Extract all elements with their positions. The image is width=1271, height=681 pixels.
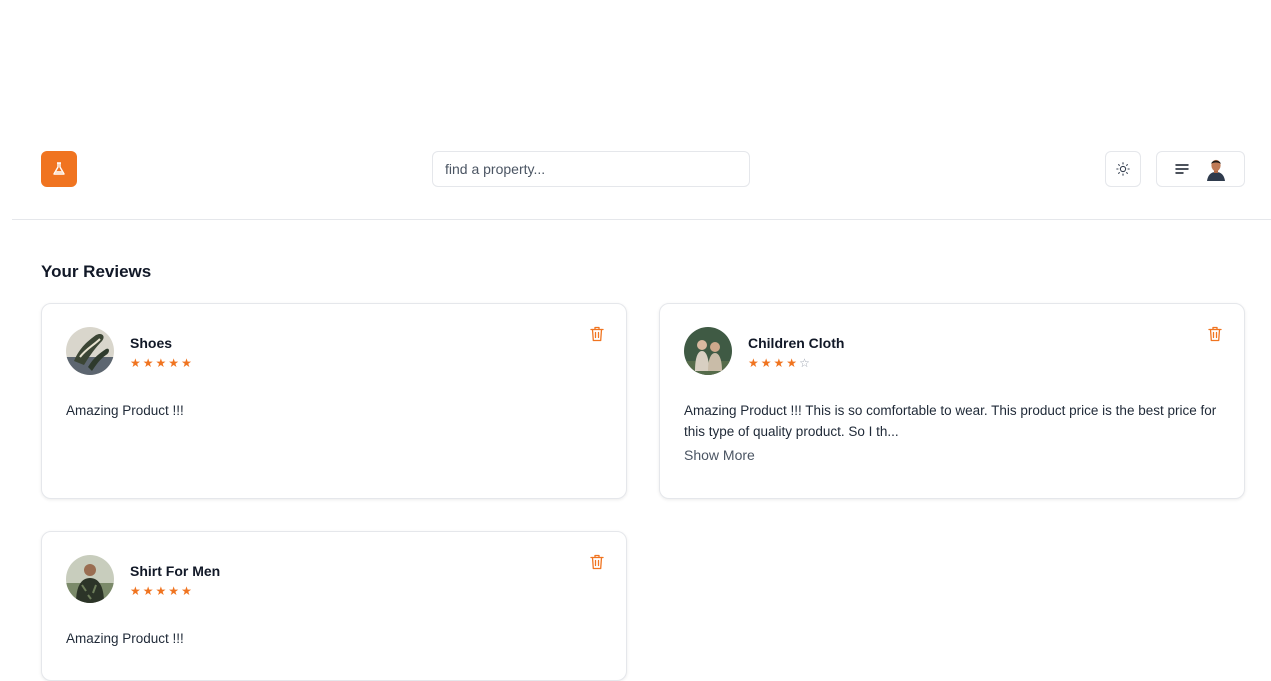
review-card: Shoes ★ ★ ★ ★ ★ Amazing Product !!! [41,303,627,499]
review-card: Shirt For Men ★ ★ ★ ★ ★ Amazing Product … [41,531,627,681]
search-input[interactable] [432,151,750,187]
rating-stars: ★ ★ ★ ★ ☆ [748,356,810,370]
delete-review-button[interactable] [590,326,604,347]
review-text: Amazing Product !!! [66,403,184,418]
review-text: Amazing Product !!! [66,631,184,646]
star-filled-icon: ★ [142,584,154,598]
review-card: Children Cloth ★ ★ ★ ★ ☆ Amazing Product… [659,303,1245,499]
user-menu-button[interactable] [1156,151,1245,187]
star-filled-icon: ★ [168,584,180,598]
star-filled-icon: ★ [181,584,192,598]
review-text: Amazing Product !!! This is so comfortab… [684,403,1217,439]
product-name: Shoes [130,335,173,351]
star-filled-icon: ★ [168,356,180,370]
star-filled-icon: ★ [786,356,798,370]
product-avatar [66,555,114,603]
trash-icon [590,326,604,342]
star-empty-icon: ☆ [799,356,810,370]
header-divider [12,219,1271,220]
star-filled-icon: ★ [155,356,167,370]
app-logo[interactable] [41,151,77,187]
theme-toggle-button[interactable] [1105,151,1141,187]
show-more-link[interactable]: Show More [684,447,755,463]
star-filled-icon: ★ [142,356,154,370]
star-filled-icon: ★ [130,356,141,370]
star-filled-icon: ★ [773,356,785,370]
product-avatar [66,327,114,375]
star-filled-icon: ★ [760,356,772,370]
product-name: Children Cloth [748,335,845,351]
trash-icon [1208,326,1222,342]
sun-icon [1116,162,1130,176]
rating-stars: ★ ★ ★ ★ ★ [130,584,192,598]
section-title: Your Reviews [41,262,152,281]
star-filled-icon: ★ [155,584,167,598]
trash-icon [590,554,604,570]
user-avatar [1204,157,1227,181]
delete-review-button[interactable] [1208,326,1222,347]
product-avatar [684,327,732,375]
product-name: Shirt For Men [130,563,221,579]
flask-icon [53,162,65,175]
star-filled-icon: ★ [748,356,759,370]
menu-lines-icon [1174,164,1189,174]
star-filled-icon: ★ [130,584,141,598]
rating-stars: ★ ★ ★ ★ ★ [130,356,192,370]
delete-review-button[interactable] [590,554,604,575]
star-filled-icon: ★ [181,356,192,370]
